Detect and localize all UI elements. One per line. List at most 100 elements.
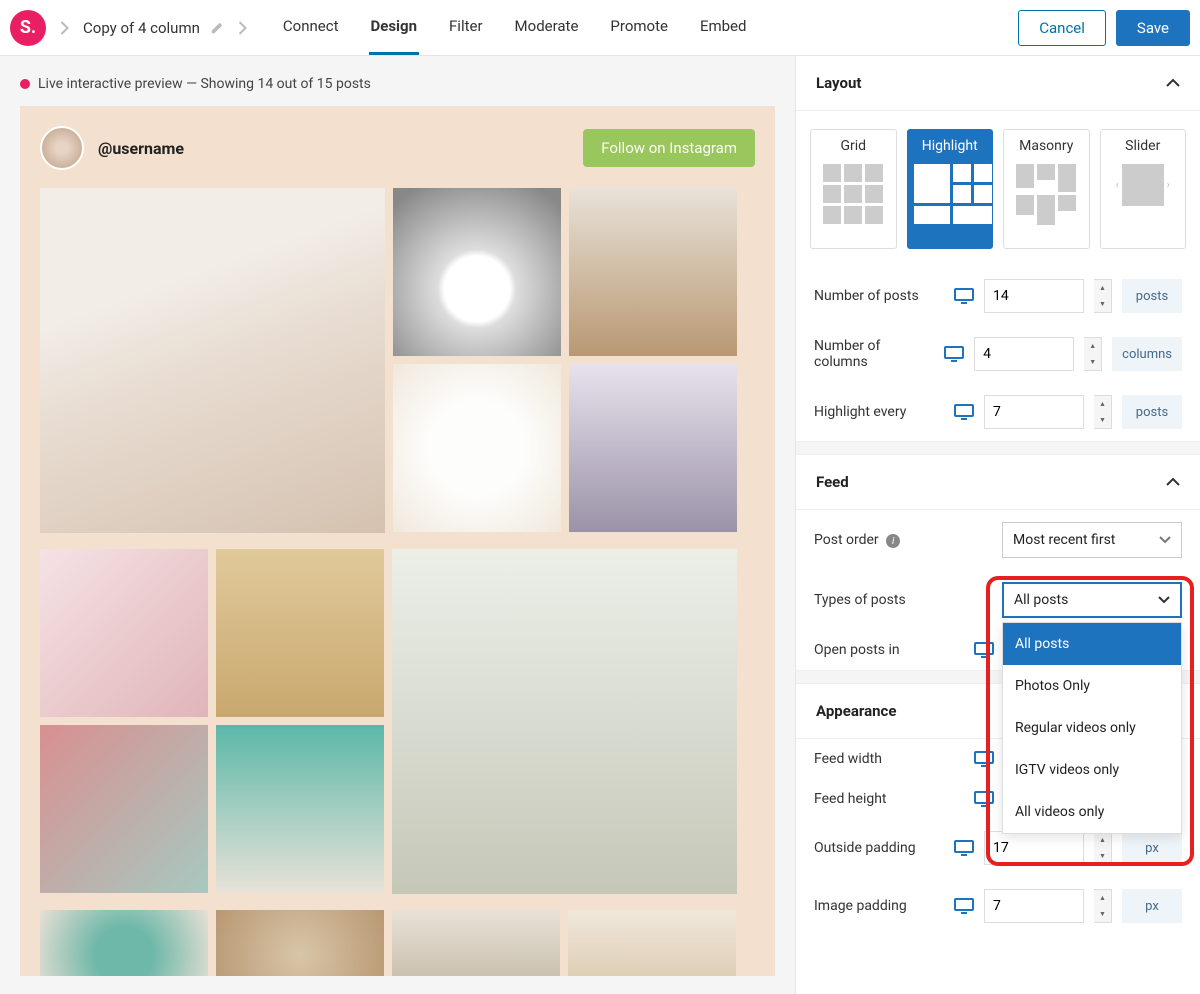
feed-tile[interactable] [392, 549, 737, 894]
select-value: All posts [1014, 592, 1068, 608]
tab-promote[interactable]: Promote [608, 0, 670, 55]
feed-grid [40, 188, 755, 976]
desktop-icon[interactable] [974, 791, 994, 807]
desktop-icon[interactable] [954, 404, 974, 420]
feed-tile[interactable] [40, 188, 385, 533]
unit-label: px [1122, 889, 1182, 923]
unit-label: columns [1112, 337, 1182, 371]
chevron-down-icon [1159, 536, 1171, 544]
stepper[interactable]: ▲▼ [1094, 831, 1112, 865]
field-label: Types of posts [814, 592, 992, 608]
chevron-right-icon [238, 21, 247, 35]
app-logo: S. [10, 10, 46, 46]
nav-tabs: Connect Design Filter Moderate Promote E… [281, 0, 749, 55]
feed-tile[interactable] [216, 725, 384, 893]
layout-card-label: Slider [1125, 138, 1160, 154]
stepper[interactable]: ▲▼ [1094, 279, 1112, 313]
feed-tile[interactable] [393, 188, 561, 356]
chevron-up-icon [1166, 475, 1180, 489]
section-title: Feed [816, 473, 849, 491]
desktop-icon[interactable] [944, 346, 964, 362]
live-dot-icon [20, 79, 30, 89]
feed-tile[interactable] [392, 910, 560, 976]
dropdown-option[interactable]: Photos Only [1003, 665, 1181, 707]
breadcrumb-title: Copy of 4 column [83, 19, 200, 37]
layout-card-label: Highlight [922, 138, 978, 154]
layout-card-masonry[interactable]: Masonry [1003, 129, 1090, 249]
desktop-icon[interactable] [974, 751, 994, 767]
post-order-select[interactable]: Most recent first [1002, 522, 1182, 558]
layout-card-label: Grid [840, 138, 866, 154]
layout-card-slider[interactable]: Slider ‹› [1100, 129, 1187, 249]
types-of-posts-select[interactable]: All posts All posts Photos Only Regular … [1002, 582, 1182, 618]
field-num-posts: Number of posts ▲▼ posts [796, 267, 1200, 325]
preview-notice-text: Live interactive preview — Showing 14 ou… [38, 76, 371, 92]
field-types-of-posts: Types of posts All posts All posts Photo… [796, 570, 1200, 630]
field-post-order: Post order i Most recent first [796, 510, 1200, 570]
image-padding-input[interactable] [984, 889, 1084, 923]
tab-filter[interactable]: Filter [447, 0, 485, 55]
topbar: S. Copy of 4 column Connect Design Filte… [0, 0, 1200, 56]
field-num-cols: Number of columns ▲▼ columns [796, 325, 1200, 383]
chevron-right-icon [60, 21, 69, 35]
dropdown-option[interactable]: All videos only [1003, 791, 1181, 833]
dropdown-option[interactable]: IGTV videos only [1003, 749, 1181, 791]
section-layout-header[interactable]: Layout [796, 56, 1200, 111]
select-value: Most recent first [1013, 532, 1115, 548]
feed-tile[interactable] [216, 549, 384, 717]
pencil-icon[interactable] [210, 21, 224, 35]
feed-tile[interactable] [568, 910, 736, 976]
feed-preview: @username Follow on Instagram [20, 106, 775, 976]
unit-label: px [1122, 831, 1182, 865]
desktop-icon[interactable] [954, 840, 974, 856]
feed-tile[interactable] [393, 364, 561, 532]
unit-label: posts [1122, 279, 1182, 313]
layout-type-cards: Grid Highlight Masonry Slider ‹› [796, 111, 1200, 267]
feed-tile[interactable] [216, 910, 384, 976]
chevron-up-icon [1166, 76, 1180, 90]
dropdown-option[interactable]: Regular videos only [1003, 707, 1181, 749]
save-button[interactable]: Save [1116, 10, 1190, 46]
username[interactable]: @username [98, 139, 184, 158]
stepper[interactable]: ▲▼ [1094, 889, 1112, 923]
layout-card-highlight[interactable]: Highlight [907, 129, 994, 249]
tab-design[interactable]: Design [369, 0, 420, 55]
section-feed-header[interactable]: Feed [796, 455, 1200, 510]
follow-button[interactable]: Follow on Instagram [583, 129, 755, 167]
tab-connect[interactable]: Connect [281, 0, 341, 55]
preview-notice: Live interactive preview — Showing 14 ou… [20, 76, 775, 92]
field-label: Outside padding [814, 840, 944, 856]
field-label: Number of columns [814, 338, 934, 370]
section-title: Appearance [816, 702, 896, 720]
unit-label: posts [1122, 395, 1182, 429]
stepper[interactable]: ▲▼ [1084, 337, 1102, 371]
num-posts-input[interactable] [984, 279, 1084, 313]
info-icon[interactable]: i [886, 534, 900, 548]
layout-card-label: Masonry [1019, 138, 1073, 154]
feed-tile[interactable] [569, 364, 737, 532]
outside-padding-input[interactable] [984, 831, 1084, 865]
avatar[interactable] [40, 126, 84, 170]
highlight-every-input[interactable] [984, 395, 1084, 429]
feed-tile[interactable] [40, 725, 208, 893]
desktop-icon[interactable] [954, 898, 974, 914]
feed-tile[interactable] [40, 549, 208, 717]
chevron-down-icon [1158, 596, 1170, 604]
layout-card-grid[interactable]: Grid [810, 129, 897, 249]
settings-sidebar: Layout Grid Highlight Masonry [795, 56, 1200, 994]
section-title: Layout [816, 74, 861, 92]
stepper[interactable]: ▲▼ [1094, 395, 1112, 429]
field-label: Image padding [814, 898, 944, 914]
dropdown-option[interactable]: All posts [1003, 623, 1181, 665]
field-label: Post order i [814, 532, 992, 549]
field-label: Number of posts [814, 288, 944, 304]
feed-tile[interactable] [569, 188, 737, 356]
desktop-icon[interactable] [974, 642, 994, 658]
tab-embed[interactable]: Embed [698, 0, 749, 55]
tab-moderate[interactable]: Moderate [513, 0, 581, 55]
num-cols-input[interactable] [974, 337, 1074, 371]
feed-tile[interactable] [40, 910, 208, 976]
cancel-button[interactable]: Cancel [1018, 10, 1106, 46]
desktop-icon[interactable] [954, 288, 974, 304]
field-label: Open posts in [814, 642, 964, 658]
